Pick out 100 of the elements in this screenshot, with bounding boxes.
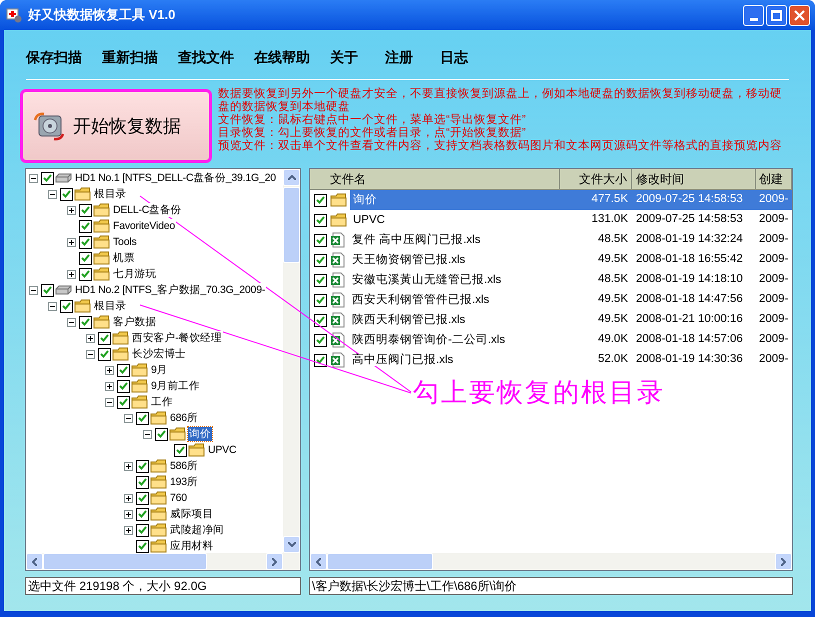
checkbox[interactable]	[117, 364, 130, 376]
collapse-icon[interactable]	[124, 414, 133, 422]
checkbox[interactable]	[41, 172, 54, 184]
tree-item[interactable]: 七月游玩	[112, 267, 158, 281]
file-name[interactable]: UPVC	[350, 210, 560, 230]
checkbox[interactable]	[136, 540, 149, 552]
checkbox[interactable]	[314, 314, 327, 326]
collapse-icon[interactable]	[67, 318, 76, 326]
checkbox[interactable]	[117, 396, 130, 408]
checkbox[interactable]	[79, 252, 92, 264]
checkbox[interactable]	[136, 460, 149, 472]
checkbox[interactable]	[60, 300, 73, 312]
checkbox[interactable]	[136, 412, 149, 424]
scroll-up-button[interactable]	[283, 169, 300, 186]
collapse-icon[interactable]	[29, 174, 38, 182]
tree-item[interactable]: 根目录	[93, 187, 128, 201]
column-header[interactable]: 文件名	[310, 169, 560, 189]
tree-item[interactable]: HD1 No.2 [NTFS_客户数据_70.3G_2009-	[74, 283, 266, 297]
horizontal-scrollbar[interactable]	[26, 553, 300, 570]
tree-item[interactable]: HD1 No.1 [NTFS_DELL-C盘备份_39.1G_20	[74, 171, 277, 185]
checkbox[interactable]	[60, 188, 73, 200]
maximize-button[interactable]	[766, 4, 787, 26]
checkbox[interactable]	[314, 254, 327, 266]
menu-item[interactable]: 关于	[330, 47, 365, 67]
collapse-icon[interactable]	[105, 398, 114, 406]
file-name[interactable]: 高中压阀门已报.xls	[349, 350, 560, 370]
scroll-right-button[interactable]	[266, 553, 283, 570]
tree-item[interactable]: DELL-C盘备份	[112, 203, 183, 217]
vertical-scrollbar[interactable]	[283, 169, 300, 553]
collapse-icon[interactable]	[48, 190, 57, 198]
menu-item[interactable]: 在线帮助	[254, 47, 310, 67]
checkbox[interactable]	[155, 428, 168, 440]
file-name[interactable]: 询价	[350, 190, 560, 210]
menu-item[interactable]: 日志	[440, 47, 475, 67]
scroll-left-button[interactable]	[310, 553, 327, 570]
tree-item[interactable]: 工作	[150, 395, 174, 409]
checkbox[interactable]	[98, 332, 111, 344]
file-name[interactable]: 安徽屯溪黃山无缝管已报.xls	[349, 270, 560, 290]
checkbox[interactable]	[314, 334, 327, 346]
minimize-button[interactable]	[743, 4, 764, 26]
tree-item[interactable]: 193所	[169, 475, 199, 489]
file-name[interactable]: 天王物资钢管已报.xls	[349, 250, 560, 270]
checkbox[interactable]	[314, 234, 327, 246]
scrollbar-thumb[interactable]	[283, 187, 300, 263]
tree-item[interactable]: 长沙宏博士	[131, 347, 188, 361]
collapse-icon[interactable]	[29, 286, 38, 294]
expand-icon[interactable]	[67, 270, 76, 278]
checkbox[interactable]	[79, 204, 92, 216]
close-button[interactable]	[789, 4, 810, 26]
tree-item[interactable]: 客户数据	[112, 315, 158, 329]
scrollbar-thumb[interactable]	[43, 553, 207, 570]
tree-item[interactable]: 询价	[188, 427, 212, 441]
checkbox[interactable]	[79, 268, 92, 280]
tree-item[interactable]: 西安客户-餐饮经理	[131, 331, 223, 345]
checkbox[interactable]	[79, 316, 92, 328]
tree-item[interactable]: 686所	[169, 411, 199, 425]
expand-icon[interactable]	[105, 366, 114, 374]
tree-item[interactable]: 应用材料	[169, 539, 214, 553]
expand-icon[interactable]	[124, 494, 133, 502]
checkbox[interactable]	[314, 294, 327, 306]
checkbox[interactable]	[136, 492, 149, 504]
file-name[interactable]: 陕西天利钢管已报.xls	[349, 310, 560, 330]
collapse-icon[interactable]	[48, 302, 57, 310]
checkbox[interactable]	[79, 236, 92, 248]
expand-icon[interactable]	[67, 206, 76, 214]
checkbox[interactable]	[79, 220, 92, 232]
column-header[interactable]: 文件大小	[560, 169, 632, 189]
scroll-down-button[interactable]	[283, 536, 300, 553]
scroll-left-button[interactable]	[26, 553, 43, 570]
collapse-icon[interactable]	[143, 430, 152, 438]
menu-item[interactable]: 重新扫描	[102, 47, 158, 67]
checkbox[interactable]	[314, 214, 327, 226]
expand-icon[interactable]	[86, 334, 95, 342]
scroll-right-button[interactable]	[775, 553, 792, 570]
checkbox[interactable]	[314, 354, 327, 366]
collapse-icon[interactable]	[86, 350, 95, 358]
checkbox[interactable]	[41, 284, 54, 296]
menu-item[interactable]: 保存扫描	[26, 47, 82, 67]
checkbox[interactable]	[136, 476, 149, 488]
menu-item[interactable]: 查找文件	[178, 47, 234, 67]
expand-icon[interactable]	[124, 526, 133, 534]
expand-icon[interactable]	[124, 510, 133, 518]
tree-item[interactable]: 9月前工作	[150, 379, 201, 393]
checkbox[interactable]	[174, 444, 187, 456]
checkbox[interactable]	[314, 194, 327, 206]
tree-item[interactable]: 机票	[112, 251, 136, 265]
tree-item[interactable]: 根目录	[93, 299, 128, 313]
menu-item[interactable]: 注册	[385, 47, 420, 67]
file-name[interactable]: 复件 高中压阀门已报.xls	[349, 230, 560, 250]
tree-item[interactable]: 武陵超净间	[169, 523, 226, 537]
checkbox[interactable]	[136, 524, 149, 536]
checkbox[interactable]	[98, 348, 111, 360]
tree-item[interactable]: 586所	[169, 459, 199, 473]
expand-icon[interactable]	[105, 382, 114, 390]
file-name[interactable]: 陕西明泰钢管询价-二公司.xls	[349, 330, 560, 350]
checkbox[interactable]	[117, 380, 130, 392]
column-header[interactable]: 修改时间	[632, 169, 756, 189]
column-header[interactable]: 创建	[756, 169, 792, 189]
start-recovery-button[interactable]: 开始恢复数据	[20, 89, 212, 163]
expand-icon[interactable]	[67, 238, 76, 246]
